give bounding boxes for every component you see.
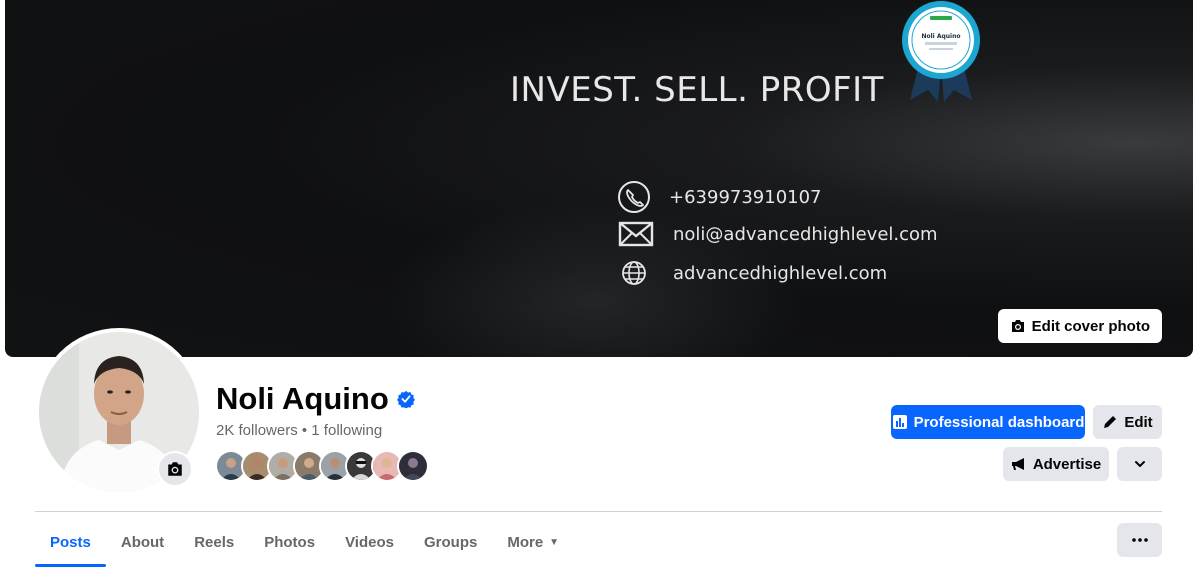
- header-divider: [35, 511, 1162, 512]
- cover-phone-row: +639973910107: [617, 180, 822, 214]
- advertise-button[interactable]: Advertise: [1003, 447, 1109, 481]
- stats-separator: •: [297, 422, 312, 439]
- tab-videos[interactable]: Videos: [330, 520, 409, 564]
- edit-cover-photo-label: Edit cover photo: [1031, 317, 1150, 335]
- profile-name: Noli Aquino: [216, 381, 389, 416]
- tab-posts[interactable]: Posts: [35, 520, 106, 567]
- phone-icon: [618, 181, 650, 213]
- update-profile-picture-button[interactable]: [157, 451, 193, 487]
- verified-badge-icon[interactable]: [396, 390, 415, 408]
- cover-photo[interactable]: Noli Aquino INVEST. SELL. PROFIT +639973…: [5, 0, 1193, 357]
- svg-text:Noli Aquino: Noli Aquino: [921, 33, 960, 40]
- cover-website-text: advancedhighlevel.com: [673, 262, 888, 284]
- tab-groups[interactable]: Groups: [409, 520, 492, 564]
- follower-avatars[interactable]: [215, 450, 429, 482]
- friend-avatar[interactable]: [397, 450, 429, 482]
- camera-icon: [1011, 320, 1024, 332]
- professional-dashboard-button[interactable]: Professional dashboard: [891, 405, 1085, 439]
- globe-icon: [622, 261, 646, 285]
- chevron-down-icon: [1134, 461, 1145, 467]
- tab-label: Photos: [264, 533, 316, 551]
- megaphone-icon: [1011, 458, 1024, 470]
- tab-reels[interactable]: Reels: [179, 520, 249, 564]
- chart-bars-icon: [892, 415, 907, 429]
- following-link[interactable]: 1 following: [311, 422, 382, 439]
- caret-down-icon: ▼: [549, 536, 560, 548]
- edit-profile-button[interactable]: Edit: [1093, 405, 1162, 439]
- follow-stats: 2K followers • 1 following: [216, 422, 382, 439]
- tab-label: Posts: [50, 533, 91, 551]
- professional-dashboard-label: Professional dashboard: [913, 413, 1085, 431]
- tab-label: Videos: [345, 533, 394, 551]
- tab-more[interactable]: More ▼: [492, 520, 574, 564]
- cover-headline: INVEST. SELL. PROFIT: [510, 70, 884, 110]
- tab-about[interactable]: About: [106, 520, 179, 564]
- tab-label: Groups: [423, 533, 478, 551]
- cover-phone-text: +639973910107: [669, 186, 822, 208]
- tab-label: Reels: [194, 533, 235, 551]
- tab-photos[interactable]: Photos: [249, 520, 330, 564]
- profile-tabs: Posts About Reels Photos Videos Groups M…: [35, 520, 574, 569]
- envelope-icon: [618, 221, 654, 247]
- tab-label: More: [507, 533, 544, 551]
- edit-profile-label: Edit: [1124, 413, 1153, 431]
- ellipsis-icon: [1131, 538, 1148, 542]
- advertise-label: Advertise: [1032, 455, 1102, 473]
- profile-name-row: Noli Aquino: [216, 381, 415, 417]
- edit-cover-photo-button[interactable]: Edit cover photo: [997, 309, 1162, 343]
- cover-website-row: advancedhighlevel.com: [617, 258, 887, 288]
- cover-email-text: noli@advancedhighlevel.com: [673, 223, 938, 245]
- tab-label: About: [120, 533, 165, 551]
- profile-options-dropdown[interactable]: [1117, 447, 1162, 481]
- more-options-button[interactable]: [1117, 523, 1162, 557]
- followers-link[interactable]: 2K followers: [216, 422, 298, 439]
- profile-page: Noli Aquino INVEST. SELL. PROFIT +639973…: [0, 0, 1200, 569]
- camera-icon: [168, 462, 182, 476]
- certification-badge: Noli Aquino: [898, 0, 984, 104]
- pencil-icon: [1104, 416, 1117, 428]
- cover-email-row: noli@advancedhighlevel.com: [617, 220, 938, 248]
